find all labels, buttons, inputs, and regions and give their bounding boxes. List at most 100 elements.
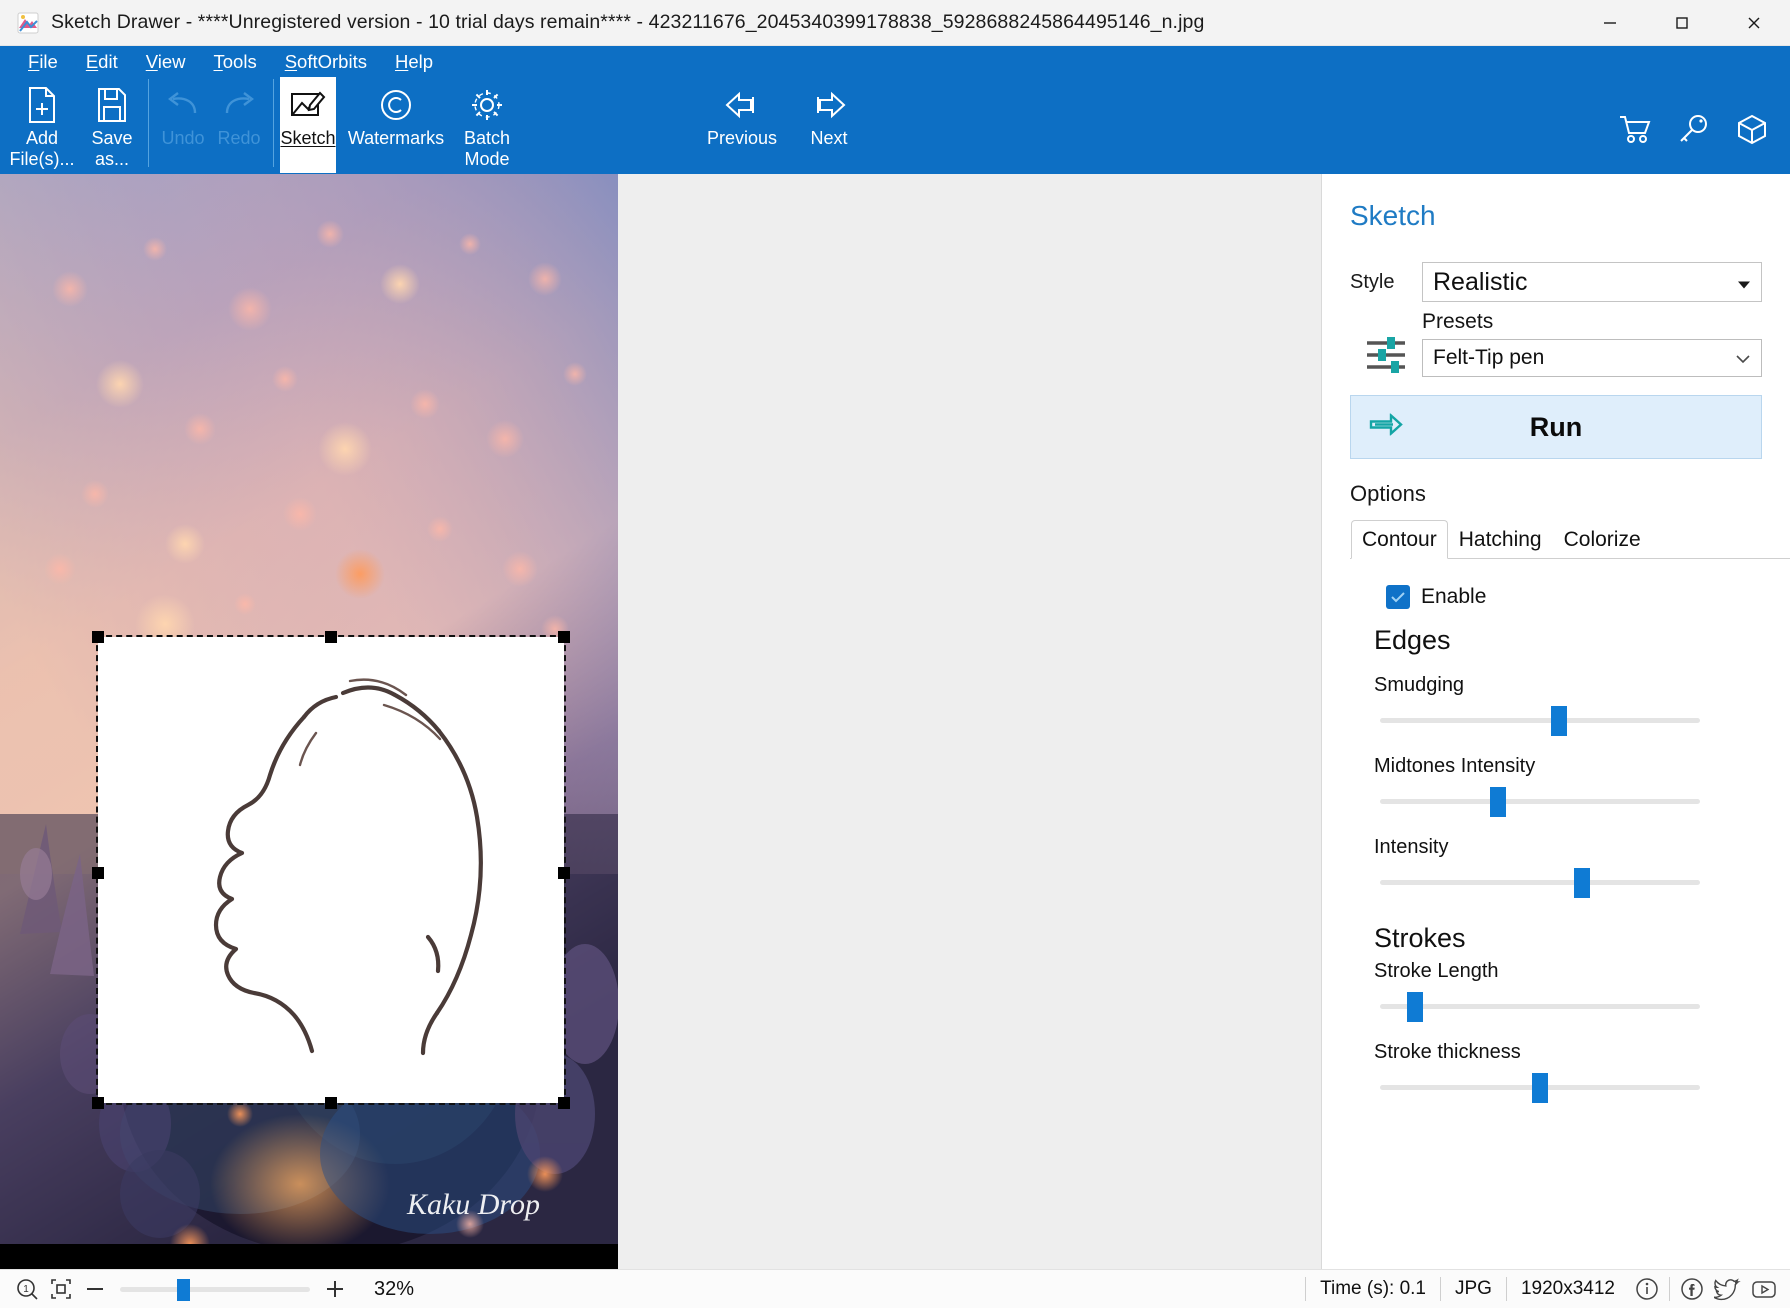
minimize-button[interactable]: [1574, 0, 1646, 45]
run-arrow-icon: [1369, 412, 1403, 441]
options-tabs: Contour Hatching Colorize: [1350, 519, 1790, 559]
toolbar-separator-2: [273, 79, 274, 167]
presets-value: Felt-Tip pen: [1433, 346, 1545, 369]
zoom-in-button[interactable]: [318, 1274, 352, 1304]
menu-softorbits[interactable]: SoftOrbits: [271, 49, 381, 75]
slider-stroke-length[interactable]: [1380, 989, 1700, 1023]
sketch-settings-panel: Sketch Style Realistic Presets Felt-Tip …: [1322, 174, 1790, 1269]
facebook-icon[interactable]: [1674, 1274, 1710, 1304]
info-icon[interactable]: [1629, 1274, 1665, 1304]
menu-edit[interactable]: Edit: [72, 49, 132, 75]
selection-handle-se[interactable]: [558, 1097, 570, 1109]
slider-thumb-smudging[interactable]: [1551, 706, 1568, 736]
selection-marquee[interactable]: [92, 631, 570, 1109]
image-canvas[interactable]: Kaku Drop: [0, 174, 618, 1269]
toolbar-watermarks[interactable]: Watermarks: [336, 77, 456, 149]
save-disk-icon: [95, 83, 129, 127]
key-icon[interactable]: [1678, 114, 1710, 149]
slider-thumb-intensity[interactable]: [1573, 868, 1590, 898]
slider-smudging[interactable]: [1380, 703, 1700, 737]
fit-to-window-icon[interactable]: [44, 1274, 78, 1304]
selection-handle-ne[interactable]: [558, 631, 570, 643]
toolbar-batch-mode[interactable]: Batch Mode: [456, 77, 518, 170]
zoom-slider-track: [120, 1287, 310, 1292]
menu-tools[interactable]: Tools: [200, 49, 271, 75]
toolbar-previous[interactable]: Previous: [694, 77, 790, 149]
zoom-one-to-one-icon[interactable]: 1: [10, 1274, 44, 1304]
menu-edit-rest: dit: [98, 50, 118, 72]
slider-midtones-intensity[interactable]: [1380, 784, 1700, 818]
title-bar: Sketch Drawer - ****Unregistered version…: [0, 0, 1790, 46]
toolbar-sketch-label: Sketch: [280, 128, 336, 148]
selection-handle-e[interactable]: [558, 867, 570, 879]
group-title-edges: Edges: [1374, 625, 1451, 655]
zoom-slider[interactable]: [120, 1278, 310, 1301]
status-time: Time (s): 0.1: [1305, 1277, 1440, 1301]
cart-icon[interactable]: [1618, 114, 1652, 149]
twitter-icon[interactable]: [1710, 1274, 1746, 1304]
slider-label-stroke-length: Stroke Length: [1374, 960, 1499, 982]
maximize-button[interactable]: [1646, 0, 1718, 45]
toolbar-add-files-label: Add File(s)...: [9, 128, 75, 169]
tab-contour-label: Contour: [1362, 528, 1437, 551]
selection-handle-w[interactable]: [92, 867, 104, 879]
selection-handle-n[interactable]: [325, 631, 337, 643]
ribbon-right-icons: [1618, 113, 1768, 150]
toolbar-save-as[interactable]: Save as...: [82, 77, 142, 170]
zoom-out-button[interactable]: [78, 1274, 112, 1304]
zoom-slider-thumb[interactable]: [177, 1279, 190, 1301]
run-button[interactable]: Run: [1350, 395, 1762, 459]
slider-stroke-thickness[interactable]: [1380, 1070, 1700, 1104]
selection-handle-sw[interactable]: [92, 1097, 104, 1109]
enable-checkbox[interactable]: [1386, 585, 1410, 609]
box-icon[interactable]: [1736, 113, 1768, 150]
tab-hatching[interactable]: Hatching: [1448, 520, 1553, 559]
svg-text:1: 1: [23, 1284, 29, 1295]
slider-track: [1380, 880, 1700, 885]
menu-edit-key: E: [85, 50, 99, 72]
menu-help[interactable]: Help: [381, 49, 447, 75]
toolbar-batch-mode-label: Batch Mode: [463, 128, 511, 169]
presets-row: Presets Felt-Tip pen: [1350, 310, 1762, 377]
toolbar-add-files[interactable]: Add File(s)...: [9, 77, 75, 170]
menu-file-rest: ile: [39, 50, 58, 72]
zoom-percent-label: 32%: [374, 1277, 415, 1300]
status-bar-left: 1 32%: [0, 1274, 414, 1304]
presets-dropdown[interactable]: Felt-Tip pen: [1422, 339, 1762, 377]
slider-thumb-stroke-length[interactable]: [1407, 992, 1424, 1022]
window-controls: [1574, 0, 1790, 45]
menu-view[interactable]: View: [132, 49, 200, 75]
style-dropdown[interactable]: Realistic: [1422, 262, 1762, 302]
close-button[interactable]: [1718, 0, 1790, 45]
chevron-down-icon: [1737, 268, 1751, 297]
slider-thumb-midtones-intensity[interactable]: [1490, 787, 1507, 817]
window-title: Sketch Drawer - ****Unregistered version…: [51, 11, 1205, 33]
tab-contour[interactable]: Contour: [1351, 520, 1448, 559]
slider-label-smudging: Smudging: [1374, 674, 1465, 696]
toolbar-separator-1: [148, 79, 149, 167]
menu-view-key: V: [145, 50, 158, 72]
status-bar: 1 32% Time (s): 0.1 JPG 1920x3412: [0, 1269, 1790, 1308]
toolbar-sketch[interactable]: Sketch: [280, 77, 336, 173]
group-title-strokes: Strokes: [1374, 923, 1466, 953]
toolbar-next[interactable]: Next: [796, 77, 862, 149]
toolbar-undo[interactable]: Undo: [155, 77, 211, 149]
menu-help-rest: elp: [408, 50, 434, 72]
tab-colorize[interactable]: Colorize: [1553, 520, 1652, 559]
selection-handle-nw[interactable]: [92, 631, 104, 643]
toolbar-undo-label: Undo: [161, 128, 205, 148]
slider-thumb-stroke-thickness[interactable]: [1532, 1073, 1548, 1103]
menu-softorbits-key: S: [284, 50, 298, 72]
status-dimensions: 1920x3412: [1505, 1277, 1629, 1301]
toolbar-previous-label: Previous: [706, 128, 778, 148]
toolbar-next-label: Next: [810, 128, 848, 148]
menu-file[interactable]: File: [14, 49, 72, 75]
ribbon-toolbar: Add File(s)... Save as... Undo Redo Sket…: [0, 77, 1790, 174]
selection-handle-s[interactable]: [325, 1097, 337, 1109]
style-value: Realistic: [1433, 267, 1528, 296]
enable-checkbox-row[interactable]: Enable: [1386, 585, 1762, 609]
toolbar-redo[interactable]: Redo: [211, 77, 267, 149]
slider-intensity[interactable]: [1380, 865, 1700, 899]
youtube-icon[interactable]: [1746, 1274, 1782, 1304]
sliders-icon: [1350, 310, 1422, 376]
